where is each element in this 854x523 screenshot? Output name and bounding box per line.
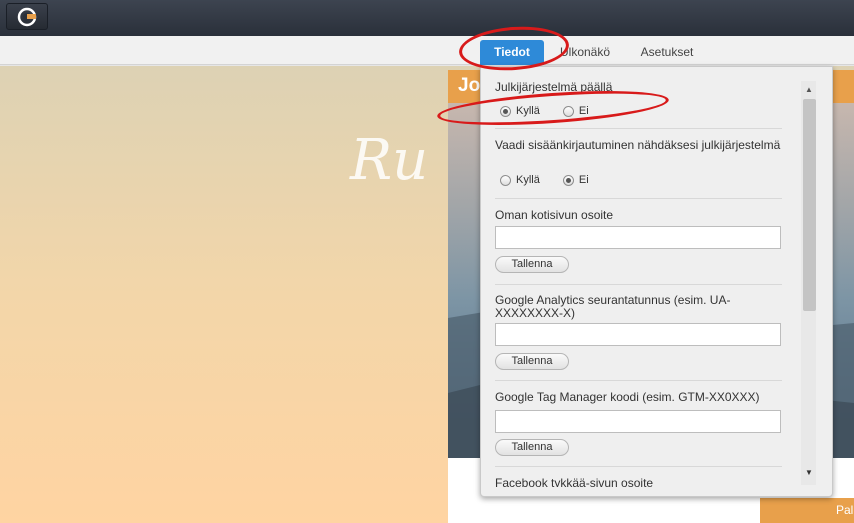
google-analytics-section: Google Analytics seurantatunnus (esim. U… (495, 294, 782, 381)
facebook-page-section: Facebook tykkää-sivun osoite (495, 476, 782, 488)
require-login-section: Vaadi sisäänkirjautuminen nähdäksesi jul… (495, 139, 782, 199)
radio-ei[interactable] (562, 105, 574, 117)
radio-label: Ei (578, 105, 589, 118)
section-title: Julkijärjestelmä päällä (495, 80, 613, 94)
homepage-url-section: Oman kotisivun osoite Tallenna (495, 209, 782, 285)
public-system-section: Julkijärjestelmä päällä Kyllä Ei (495, 81, 782, 129)
save-button[interactable]: Tallenna (495, 256, 569, 273)
triangle-down-icon[interactable]: ▼ (805, 468, 813, 477)
radio-group-require-login: Kyllä Ei (500, 174, 589, 186)
app-logo-icon (17, 7, 37, 27)
top-bar (0, 0, 854, 36)
tab-tiedot[interactable]: Tiedot (480, 40, 544, 65)
tab-bar: Tiedot Ulkonäkö Asetukset (0, 36, 854, 65)
radio-kylla[interactable] (500, 174, 511, 186)
radio-ei[interactable] (562, 174, 574, 186)
settings-panel: Julkijärjestelmä päällä Kyllä Ei Vaadi s… (480, 66, 833, 497)
radio-label: Kyllä (516, 105, 540, 118)
analytics-id-input[interactable] (495, 323, 781, 346)
site-header-text: Jo (458, 75, 481, 96)
scrollbar-thumb[interactable] (803, 99, 816, 311)
radio-label: Kyllä (516, 174, 540, 187)
tag-manager-input[interactable] (495, 410, 781, 433)
save-button[interactable]: Tallenna (495, 353, 569, 370)
section-title: Oman kotisivun osoite (495, 208, 614, 222)
settings-panel-content: Julkijärjestelmä päällä Kyllä Ei Vaadi s… (481, 67, 801, 487)
hero-script-text: Ru (350, 128, 429, 193)
tab-asetukset[interactable]: Asetukset (632, 40, 702, 65)
site-cta-button[interactable]: Pal (760, 498, 854, 523)
section-title: Vaadi sisäänkirjautuminen nähdäksesi jul… (495, 138, 781, 152)
save-button[interactable]: Tallenna (495, 439, 569, 456)
triangle-up-icon[interactable]: ▲ (805, 85, 813, 94)
app-logo-button[interactable] (6, 3, 48, 30)
radio-label: Ei (578, 174, 589, 187)
homepage-url-input[interactable] (495, 226, 781, 249)
tag-manager-section: Google Tag Manager koodi (esim. GTM-XX0X… (495, 391, 782, 467)
section-title: Google Tag Manager koodi (esim. GTM-XX0X… (495, 390, 760, 404)
section-title: Google Analytics seurantatunnus (esim. U… (495, 293, 731, 320)
section-title: Facebook tykkää-sivun osoite (495, 476, 654, 488)
tab-ulkonako[interactable]: Ulkonäkö (552, 40, 618, 65)
radio-kylla[interactable] (500, 105, 511, 117)
radio-group-public-system: Kyllä Ei (500, 105, 589, 117)
